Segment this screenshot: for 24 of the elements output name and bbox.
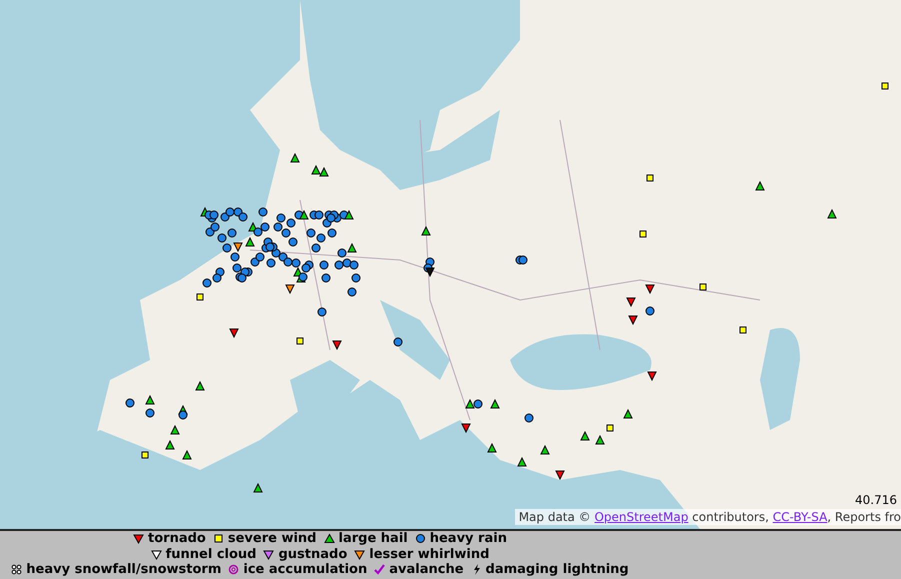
down-triangle-icon: [354, 548, 366, 560]
check-icon: [374, 564, 386, 576]
down-triangle-icon: [263, 548, 274, 560]
circle-icon: [414, 533, 426, 544]
legend-label: damaging lightning: [486, 562, 629, 578]
coordinate-text: 40.716: [855, 493, 897, 507]
openstreetmap-link[interactable]: OpenStreetMap: [594, 510, 688, 524]
map-drawing[interactable]: [0, 0, 901, 529]
legend-label: heavy snowfall/snowstorm: [26, 562, 222, 578]
legend-label: lesser whirlwind: [369, 546, 490, 562]
legend-label: tornado: [148, 531, 206, 546]
legend-label: funnel cloud: [166, 546, 256, 562]
legend-label: heavy rain: [430, 531, 507, 546]
legend-label: severe wind: [228, 531, 316, 546]
square-icon: [212, 533, 224, 544]
legend-label: ice accumulation: [243, 562, 368, 578]
triangle-icon: [324, 533, 334, 544]
legend-label: gustnado: [278, 546, 348, 562]
attribution-text: Map data © OpenStreetMap contributors, CC-BY-SA, Reports fro: [514, 509, 901, 525]
license-link[interactable]: CC-BY-SA: [772, 510, 828, 524]
down-triangle-icon: [133, 533, 144, 544]
legend-label: avalanche: [389, 562, 464, 578]
legend-label: large hail: [338, 531, 408, 546]
down-triangle-icon: [150, 548, 162, 560]
